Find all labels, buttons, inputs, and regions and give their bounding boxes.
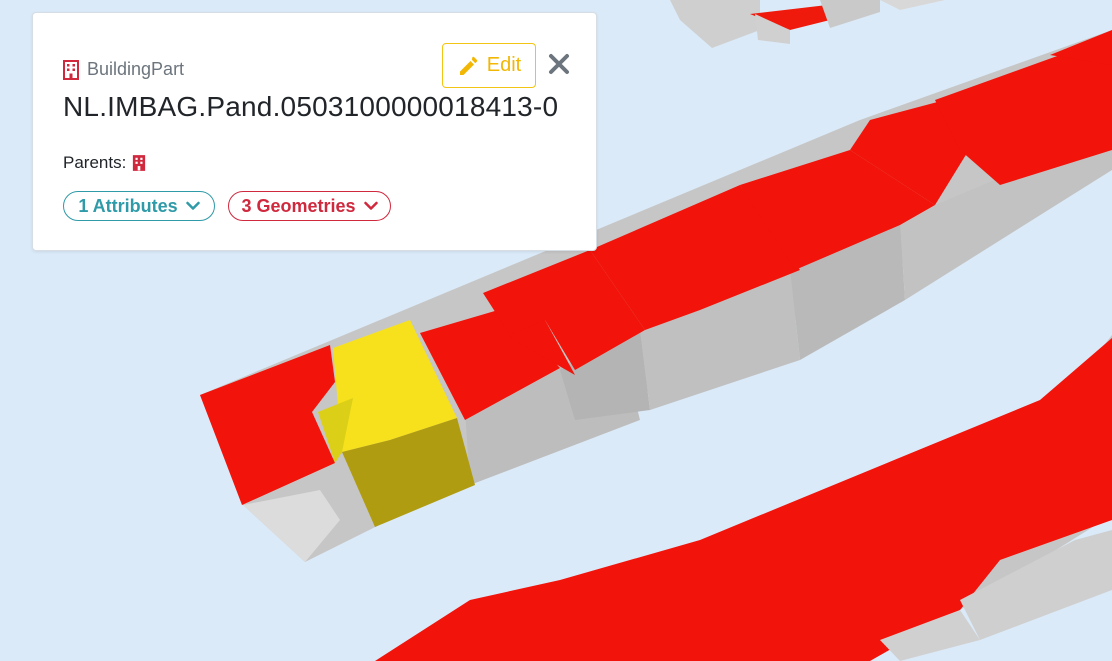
geometries-toggle-label: 3 Geometries — [241, 195, 356, 216]
geometries-toggle-button[interactable]: 3 Geometries — [228, 191, 391, 221]
object-type-label: BuildingPart — [87, 59, 185, 79]
object-id-title: NL.IMBAG.Pand.0503100000018413-0 — [63, 91, 559, 122]
parents-row: Parents: — [63, 153, 146, 173]
object-type-row: BuildingPart — [63, 59, 184, 80]
parents-label: Parents: — [63, 153, 127, 172]
attributes-toggle-label: 1 Attributes — [78, 195, 178, 216]
chevron-down-icon — [363, 201, 378, 211]
attributes-toggle-button[interactable]: 1 Attributes — [63, 191, 215, 221]
edit-button-label: Edit — [486, 54, 522, 76]
close-button[interactable] — [545, 51, 573, 79]
building-icon — [63, 59, 79, 80]
close-icon — [547, 52, 571, 76]
edit-button[interactable]: Edit — [442, 43, 536, 88]
chevron-down-icon — [185, 201, 200, 211]
pencil-icon — [457, 55, 479, 77]
object-info-panel: BuildingPart NL.IMBAG.Pand.0503100000018… — [32, 12, 597, 251]
parent-building-icon[interactable] — [132, 154, 146, 172]
